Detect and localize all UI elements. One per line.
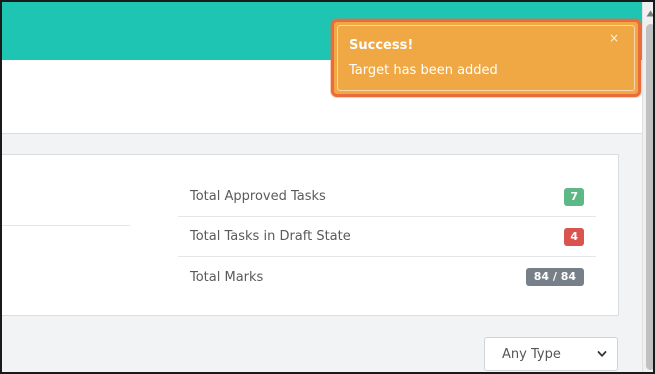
scrollbar-thumb[interactable] <box>646 24 653 370</box>
stat-label: Total Tasks in Draft State <box>190 229 351 244</box>
stat-label: Total Approved Tasks <box>190 189 326 204</box>
success-toast: Success! Target has been added × <box>331 19 641 97</box>
arrow-up-icon[interactable] <box>646 10 655 17</box>
stat-row-approved-tasks: Total Approved Tasks 7 <box>178 177 596 217</box>
vertical-scrollbar[interactable] <box>642 2 655 372</box>
stat-row-draft-tasks: Total Tasks in Draft State 4 <box>178 217 596 257</box>
toast-title: Success! <box>349 38 414 53</box>
stats-card: Total Approved Tasks 7 Total Tasks in Dr… <box>2 154 619 316</box>
toast-message: Target has been added <box>349 63 498 78</box>
chevron-down-icon <box>597 351 607 357</box>
type-select[interactable]: Any Type <box>484 337 618 371</box>
stat-list: Total Approved Tasks 7 Total Tasks in Dr… <box>178 177 596 297</box>
stat-label: Total Marks <box>190 269 264 285</box>
type-select-value: Any Type <box>502 346 561 362</box>
stat-row-total-marks: Total Marks 84 / 84 <box>178 257 596 297</box>
approved-count-badge: 7 <box>564 187 584 206</box>
toast-inner-frame <box>337 25 635 91</box>
left-divider <box>2 225 130 226</box>
marks-badge: 84 / 84 <box>525 268 584 286</box>
app-window: Total Approved Tasks 7 Total Tasks in Dr… <box>0 0 655 374</box>
draft-count-badge: 4 <box>564 227 584 246</box>
close-icon[interactable]: × <box>609 32 619 44</box>
